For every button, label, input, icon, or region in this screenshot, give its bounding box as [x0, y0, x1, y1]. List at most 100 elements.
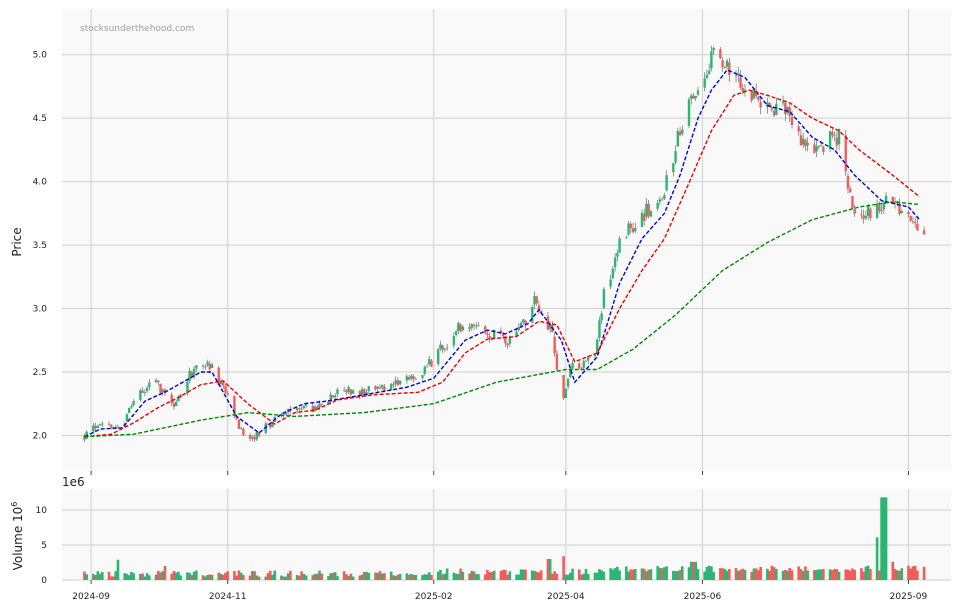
candle-body [584, 360, 588, 362]
volume-bar [806, 570, 809, 580]
volume-bar [127, 575, 131, 580]
candle-body [643, 213, 646, 221]
volume-bar [555, 573, 559, 580]
candle-body [412, 376, 415, 379]
candle-body [398, 380, 402, 385]
candle-body [367, 386, 370, 391]
candle-body [869, 208, 872, 219]
volume-bar [625, 566, 628, 580]
candle-body [535, 296, 538, 304]
volume-bar [441, 574, 444, 580]
volume-bar [376, 573, 380, 580]
candle-body [239, 427, 243, 429]
candle-body [459, 324, 462, 331]
volume-bar [237, 570, 241, 580]
volume-bar [739, 569, 742, 580]
volume-bar [582, 573, 586, 580]
volume-bar [524, 569, 527, 580]
candle-body [712, 48, 715, 51]
candle-body [770, 107, 774, 110]
candle-body [421, 375, 424, 378]
volume-bar [577, 569, 581, 580]
volume-bar [519, 569, 523, 580]
candle-body [342, 389, 346, 391]
volume-bar [145, 573, 149, 580]
volume-bar [273, 570, 277, 580]
candle-body [363, 389, 366, 395]
volume-bar [752, 568, 756, 580]
candle-body [320, 403, 323, 405]
volume-bar [436, 571, 440, 580]
candle-body [678, 131, 682, 136]
candle-body [154, 380, 158, 383]
candle-body [806, 142, 809, 146]
candle-body [127, 407, 131, 413]
volume-bar [365, 571, 368, 580]
candle-body [522, 319, 525, 323]
candle-body [802, 138, 805, 145]
x-tick-label: 2025-02 [415, 592, 453, 602]
candle-body [786, 106, 789, 114]
volume-bar [687, 567, 691, 580]
candle-body [302, 405, 306, 409]
volume-bar [600, 570, 603, 580]
x-tick-label: 2024-11 [209, 592, 247, 602]
candle-body [849, 188, 852, 193]
candle-body [864, 215, 868, 219]
volume-bar [916, 570, 919, 580]
candle-body [107, 423, 111, 425]
volume-bar [125, 574, 129, 580]
volume-bar [268, 570, 272, 580]
volume-bar [311, 575, 315, 580]
candle-body [631, 228, 635, 233]
volume-bar [163, 566, 167, 580]
candle-body [374, 386, 377, 390]
candle-body [739, 77, 742, 88]
volume-axis-label-exponent: 6 [10, 502, 19, 507]
volume-bar [866, 565, 870, 580]
volume-bar [286, 573, 290, 580]
volume-bar [878, 570, 881, 580]
volume-bar [750, 571, 754, 580]
volume-bar [239, 572, 243, 580]
volume-bar [85, 574, 88, 580]
candle-body [647, 204, 650, 217]
volume-bar [264, 576, 268, 580]
price-tick-label: 3.0 [33, 305, 48, 315]
volume-bar [295, 575, 299, 580]
volume-bar [318, 570, 321, 580]
candle-body [634, 227, 637, 232]
candle-body [851, 196, 854, 209]
candle-body [461, 326, 465, 331]
volume-bar [472, 571, 476, 580]
candle-body [645, 203, 648, 217]
candle-body [145, 387, 149, 392]
volume-bar [759, 566, 762, 580]
candle-body [891, 196, 894, 202]
volume-bar [83, 571, 86, 580]
candle-body [866, 205, 870, 216]
volume-bar [477, 574, 480, 580]
volume-bar [195, 570, 198, 580]
volume-bar [837, 571, 841, 580]
candle-body [725, 60, 729, 67]
volume-bar [457, 573, 460, 580]
candle-body [394, 380, 397, 384]
volume-bar [649, 569, 653, 580]
volume-bar [768, 570, 771, 580]
volume-bar [141, 573, 144, 580]
volume-bar [501, 569, 505, 580]
candle-body [813, 144, 816, 153]
candle-body [139, 390, 142, 401]
volume-bar [109, 576, 113, 580]
candle-body [143, 392, 147, 393]
volume-bar [217, 572, 221, 580]
candle-body [862, 215, 865, 219]
chart-svg: 2024-09 2024-11 2025-02 2025-04 2025-06 2025-… [10, 9, 951, 602]
volume-bar [882, 497, 886, 580]
volume-bar [828, 569, 832, 580]
candle-body [703, 78, 706, 88]
candle-body [159, 383, 162, 393]
candle-body [728, 62, 731, 75]
volume-bar [864, 566, 868, 580]
